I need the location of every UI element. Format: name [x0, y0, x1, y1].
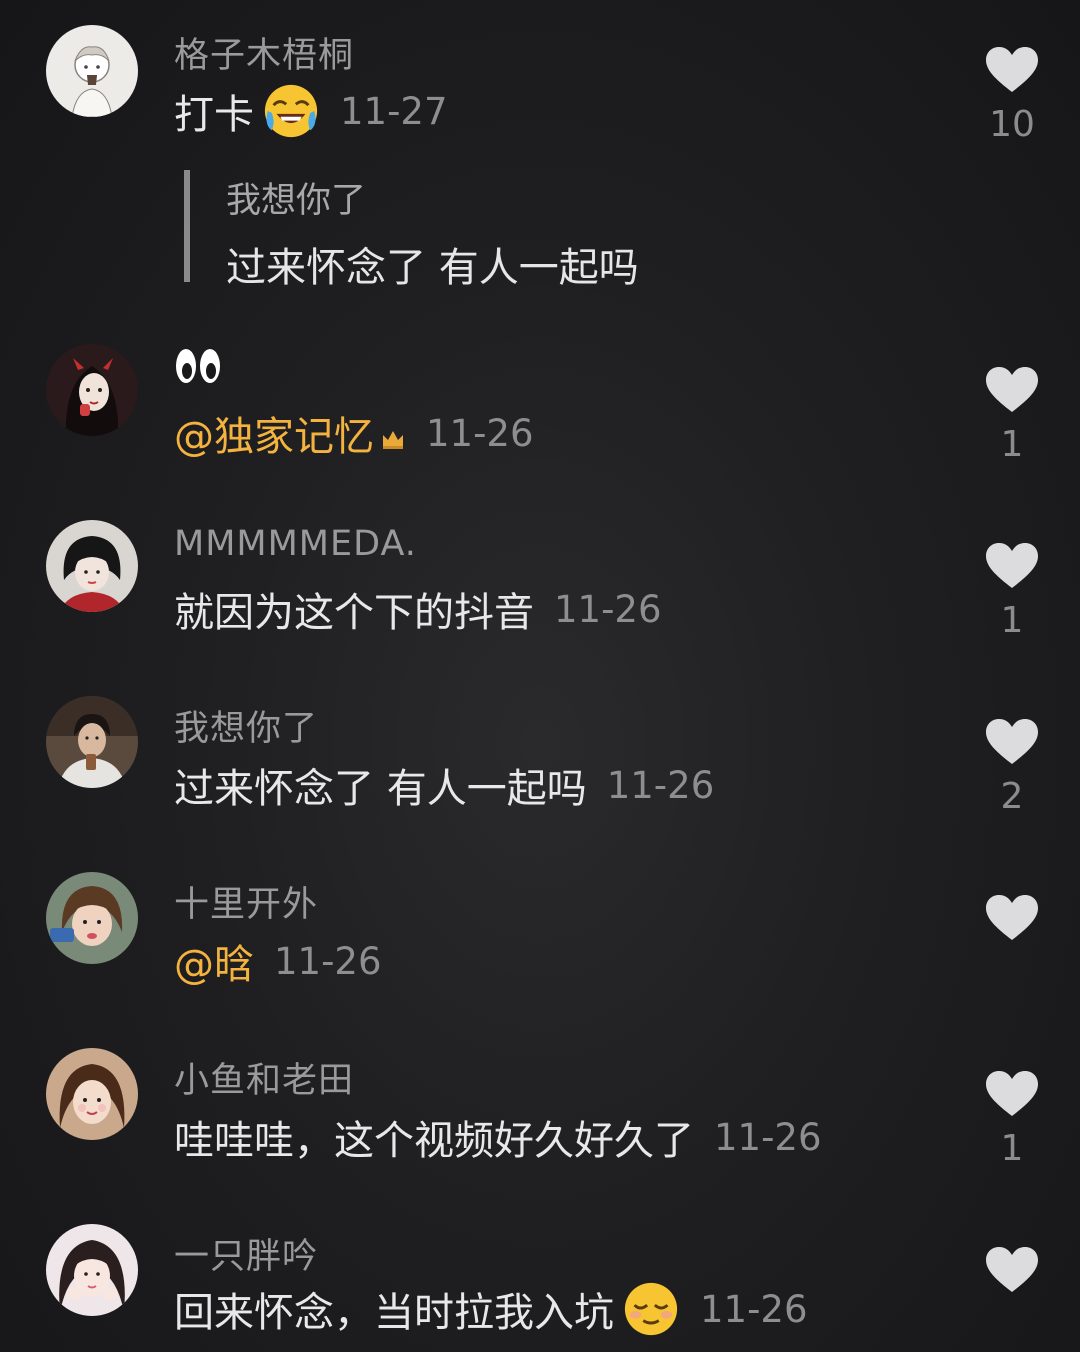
- like-button[interactable]: 1: [984, 542, 1040, 641]
- like-count: 2: [1000, 776, 1024, 817]
- laughing-crying-emoji-icon: [264, 84, 318, 138]
- comment-date: 11-26: [274, 939, 382, 983]
- like-button[interactable]: [984, 1246, 1040, 1304]
- heart-icon: [986, 367, 1038, 412]
- reply-quote[interactable]: 我想你了 过来怀念了 有人一起吗: [184, 170, 639, 291]
- comment-username[interactable]: 格子木梧桐: [174, 27, 354, 78]
- comment-date: 11-26: [714, 1115, 822, 1159]
- comment-text-line: 打卡 11-27: [174, 82, 448, 140]
- comment-date: 11-27: [340, 89, 448, 133]
- avatar[interactable]: [46, 872, 138, 964]
- like-button[interactable]: 1: [984, 1070, 1040, 1169]
- like-count: 1: [1000, 1128, 1024, 1169]
- mention-link[interactable]: @晗: [174, 932, 254, 990]
- comment-text-line: [174, 346, 222, 386]
- heart-icon: [986, 543, 1038, 588]
- avatar[interactable]: [46, 1048, 138, 1140]
- avatar[interactable]: [46, 696, 138, 788]
- comment-date: 11-26: [554, 587, 662, 631]
- comment-username[interactable]: MMMMMEDA.: [174, 524, 417, 564]
- comment-username[interactable]: 十里开外: [174, 876, 318, 927]
- comment-text-line: @独家记忆 11-26: [174, 404, 534, 462]
- quote-text: 过来怀念了 有人一起吗: [226, 245, 639, 291]
- avatar[interactable]: [46, 25, 138, 117]
- heart-icon: [986, 1071, 1038, 1116]
- avatar[interactable]: [46, 1224, 138, 1316]
- comment-username[interactable]: 我想你了: [174, 700, 318, 751]
- comment-date: 11-26: [606, 763, 715, 807]
- comment-username[interactable]: 一只胖吟: [174, 1228, 318, 1279]
- comment-text: 就因为这个下的抖音: [174, 590, 534, 636]
- comment-date: 11-26: [426, 411, 534, 455]
- avatar[interactable]: [46, 520, 138, 612]
- like-button[interactable]: 10: [984, 46, 1040, 145]
- mention-link[interactable]: @独家记忆: [174, 404, 374, 462]
- heart-icon: [986, 1247, 1038, 1292]
- comment-text-line: 就因为这个下的抖音 11-26: [174, 580, 662, 638]
- comment-text-line: 哇哇哇，这个视频好久好久了 11-26: [174, 1108, 822, 1166]
- avatar[interactable]: [46, 344, 138, 436]
- like-count: 10: [989, 104, 1035, 145]
- heart-icon: [986, 895, 1038, 940]
- heart-icon: [986, 719, 1038, 764]
- like-button[interactable]: 2: [984, 718, 1040, 817]
- comment-text: 过来怀念了 有人一起吗: [174, 766, 587, 812]
- like-count: 1: [1000, 600, 1024, 641]
- heart-icon: [986, 47, 1038, 92]
- comment-text-line: 回来怀念，当时拉我入坑 11-26: [174, 1280, 808, 1338]
- eyes-emoji-icon: [176, 349, 220, 383]
- comment-date: 11-26: [700, 1287, 808, 1331]
- comment-username[interactable]: 小鱼和老田: [174, 1052, 354, 1103]
- like-button[interactable]: 1: [984, 366, 1040, 465]
- comment-text: 回来怀念，当时拉我入坑: [174, 1290, 614, 1336]
- comment-text-line: 过来怀念了 有人一起吗 11-26: [174, 756, 714, 814]
- like-count: 1: [1000, 424, 1024, 465]
- comment-text: 哇哇哇，这个视频好久好久了: [174, 1118, 694, 1164]
- comment-text-line: @晗 11-26: [174, 932, 382, 990]
- like-button[interactable]: [984, 894, 1040, 952]
- relieved-emoji-icon: [624, 1282, 678, 1336]
- crown-icon: [383, 431, 403, 449]
- comment-list: 格子木梧桐 打卡 11-27 10 我想你了 过来怀念了 有人一起吗 @独家记忆…: [0, 0, 1080, 1352]
- quote-username: 我想你了: [226, 181, 367, 221]
- comment-text: 打卡: [174, 92, 254, 138]
